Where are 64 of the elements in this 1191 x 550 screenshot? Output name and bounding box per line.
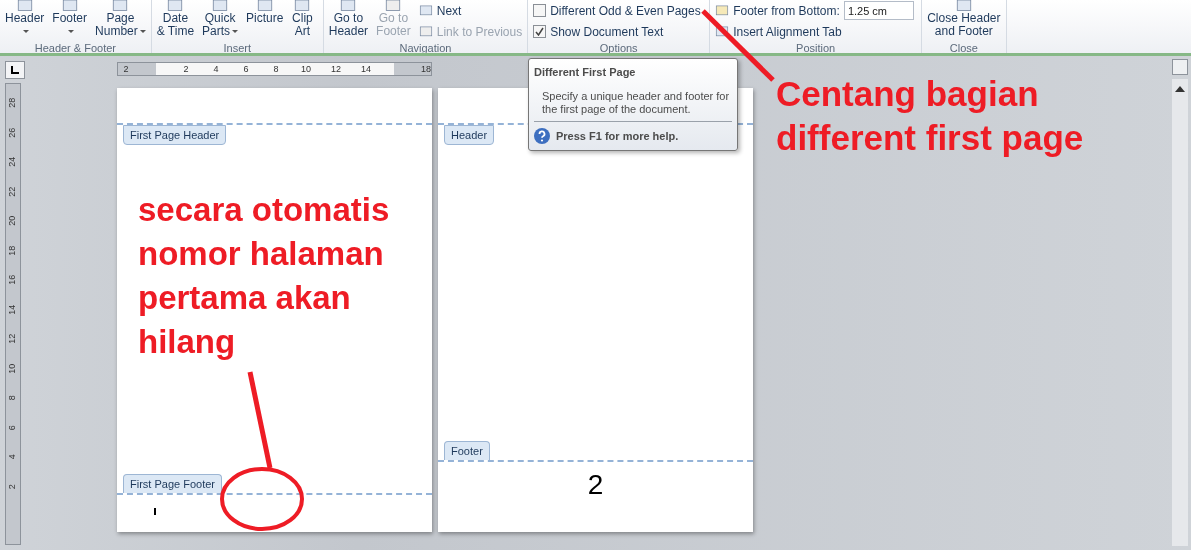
tooltip-title: Different First Page <box>534 65 637 80</box>
caret-icon <box>232 30 239 34</box>
ruler-number: 4 <box>212 63 220 75</box>
ruler-number: 10 <box>6 363 19 374</box>
ruler-number: 18 <box>6 245 19 256</box>
group-label: Position <box>795 42 837 53</box>
help-text: Press F1 for more help. <box>556 128 679 144</box>
caret-icon <box>67 30 74 34</box>
field-label: Footer from Bottom: <box>733 2 840 20</box>
ribbon-button[interactable]: Clip Art <box>289 0 316 42</box>
ribbon-button[interactable]: Quick Parts <box>200 0 241 42</box>
checkbox-box[interactable] <box>533 4 547 17</box>
ruler-number: 18 <box>420 63 432 75</box>
ruler-number: 6 <box>242 63 250 75</box>
ruler-number: 8 <box>272 63 280 75</box>
ruler-number: 24 <box>6 156 19 167</box>
caret-icon <box>22 30 29 34</box>
ruler-number: 2 <box>182 63 190 75</box>
ribbon-button[interactable]: Go to Header <box>326 0 371 42</box>
ruler-number: 2 <box>122 63 130 75</box>
ribbon-button[interactable]: Footer <box>50 0 90 42</box>
ruler-number: 8 <box>6 395 19 401</box>
checkbox-label: Different Odd & Even Pages <box>550 2 701 20</box>
ribbon-button[interactable]: Insert Alignment Tab <box>713 21 916 42</box>
checkbox[interactable]: Show Document Text <box>531 21 703 42</box>
caret-icon <box>139 30 146 34</box>
ribbon-button[interactable]: Picture <box>244 0 286 42</box>
annotation-text: secara otomatis nomor halaman pertama akan hilang <box>138 190 391 362</box>
group-label: Header & Footer <box>33 42 118 53</box>
ruler-number: 22 <box>6 186 19 197</box>
ribbon-button[interactable]: Date & Time <box>154 0 197 42</box>
help-icon <box>534 127 550 144</box>
annotation-text: Centang bagian different first page <box>776 73 1085 159</box>
page-number: 2 <box>587 469 604 501</box>
ruler-number: 12 <box>6 333 19 344</box>
ribbon-button[interactable]: Page Number <box>93 0 148 42</box>
ruler-number: 12 <box>330 63 342 75</box>
document-icon <box>418 4 433 17</box>
ruler-number: 10 <box>300 63 312 75</box>
ribbon-button[interactable]: Next <box>416 0 525 21</box>
ruler-number: 28 <box>6 97 19 108</box>
document-icon <box>715 25 730 38</box>
checkbox[interactable]: Different Odd & Even Pages <box>531 0 703 21</box>
split-view-button[interactable] <box>1172 59 1188 75</box>
ruler-number: 20 <box>6 215 19 226</box>
ruler-number: 14 <box>6 304 19 315</box>
tooltip-text: Specify a unique header and footer for the first page of the document. <box>541 89 731 116</box>
left-tab-icon <box>11 66 19 74</box>
checkbox-box[interactable] <box>533 25 547 38</box>
group-label: Close <box>948 42 979 53</box>
ruler-number: 26 <box>6 127 19 138</box>
document-icon <box>418 25 433 38</box>
ribbon-button[interactable]: Header <box>3 0 47 42</box>
scroll-up-icon[interactable] <box>1175 85 1185 93</box>
ruler-number: 4 <box>6 454 19 460</box>
spin-field[interactable]: 1.25 cm <box>843 1 914 20</box>
tab-selector[interactable] <box>5 61 25 79</box>
ruler-number: 16 <box>6 274 19 285</box>
ruler-number: 6 <box>6 424 19 430</box>
ruler-number: 14 <box>360 63 372 75</box>
checkbox-label: Show Document Text <box>550 23 664 41</box>
ribbon-button[interactable]: Close Header and Footer <box>925 0 1003 42</box>
group-label: Insert <box>222 42 252 53</box>
ruler-number: 2 <box>6 483 19 489</box>
